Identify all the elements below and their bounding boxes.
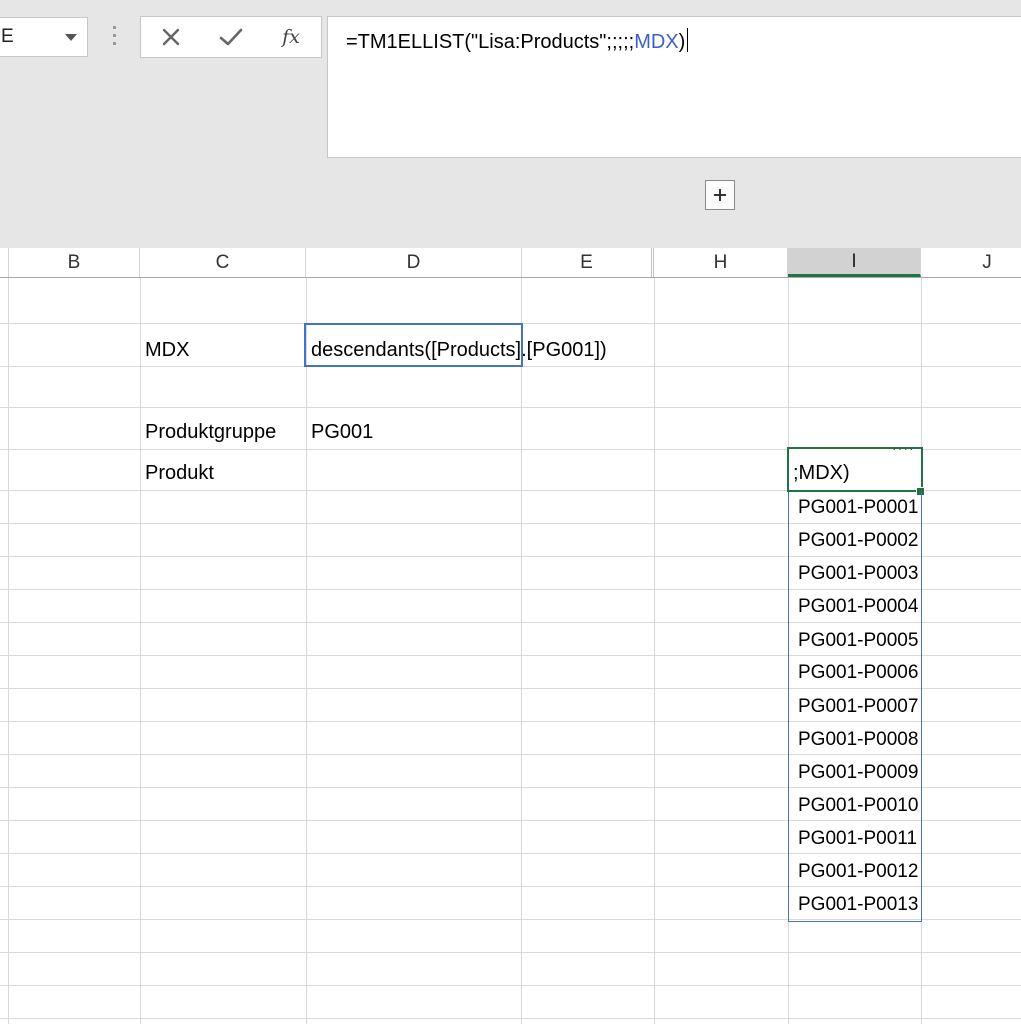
list-item[interactable]: PG001-P0013 <box>798 894 918 916</box>
formula-prefix: =TM1ELLIST("Lisa:Products";;;;; <box>346 31 635 53</box>
x-icon <box>162 28 180 46</box>
name-box-value: E <box>1 26 14 47</box>
cell-c-group-label[interactable]: Produktgruppe <box>145 420 276 444</box>
list-item[interactable]: PG001-P0006 <box>798 662 918 684</box>
formula-suffix: ) <box>678 31 686 53</box>
list-item[interactable]: PG001-P0010 <box>798 795 918 817</box>
list-item[interactable]: PG001-P0003 <box>798 563 918 585</box>
insert-function-button[interactable]: fx <box>271 17 311 57</box>
column-header-partial[interactable] <box>0 248 9 277</box>
list-item[interactable]: PG001-P0012 <box>798 861 918 883</box>
referenced-cell-highlight <box>304 323 523 367</box>
cell-c-product-label[interactable]: Produkt <box>145 461 214 485</box>
cancel-button[interactable] <box>151 17 191 57</box>
active-cell-edit-text: ;MDX) <box>793 462 850 484</box>
list-item[interactable]: PG001-P0009 <box>798 762 918 784</box>
enter-button[interactable] <box>211 17 251 57</box>
formula-input[interactable]: =TM1ELLIST("Lisa:Products";;;;;MDX) <box>327 16 1021 158</box>
list-item[interactable]: PG001-P0005 <box>798 630 918 652</box>
formula-bar-area: E fx =TM1ELLIST("Lisa:Products";;;;;MDX) <box>0 0 1021 248</box>
formula-buttons: fx <box>140 16 322 58</box>
list-item[interactable]: PG001-P0008 <box>798 729 918 751</box>
column-header-h[interactable]: H <box>654 248 788 277</box>
plus-icon <box>714 189 726 201</box>
fx-icon: fx <box>282 26 300 48</box>
cell-c-mdx-label[interactable]: MDX <box>145 338 189 362</box>
column-header-e[interactable]: E <box>522 248 654 277</box>
column-header-c[interactable]: C <box>140 248 306 277</box>
chevron-down-icon[interactable] <box>65 34 77 41</box>
formula-reference: MDX <box>634 31 679 53</box>
list-item[interactable]: PG001-P0001 <box>798 497 918 519</box>
column-header-b[interactable]: B <box>9 248 140 277</box>
text-cursor <box>687 28 689 52</box>
list-item[interactable]: PG001-P0007 <box>798 696 918 718</box>
ellipsis-icon: ···· <box>892 440 915 456</box>
grip-dots-icon[interactable] <box>113 26 117 48</box>
column-headers: B C D E H I J <box>0 248 1021 278</box>
name-box[interactable]: E <box>0 17 88 57</box>
column-header-i[interactable]: I <box>788 248 921 277</box>
column-header-j[interactable]: J <box>921 248 1021 277</box>
cell-d-group-value[interactable]: PG001 <box>311 420 373 444</box>
check-icon <box>219 28 243 46</box>
column-header-d[interactable]: D <box>306 248 522 277</box>
formula-text: =TM1ELLIST("Lisa:Products";;;;;MDX) <box>346 28 689 54</box>
list-item[interactable]: PG001-P0004 <box>798 596 918 618</box>
list-item[interactable]: PG001-P0002 <box>798 530 918 552</box>
expand-formula-bar-button[interactable] <box>705 180 735 210</box>
list-item[interactable]: PG001-P0011 <box>798 828 917 850</box>
